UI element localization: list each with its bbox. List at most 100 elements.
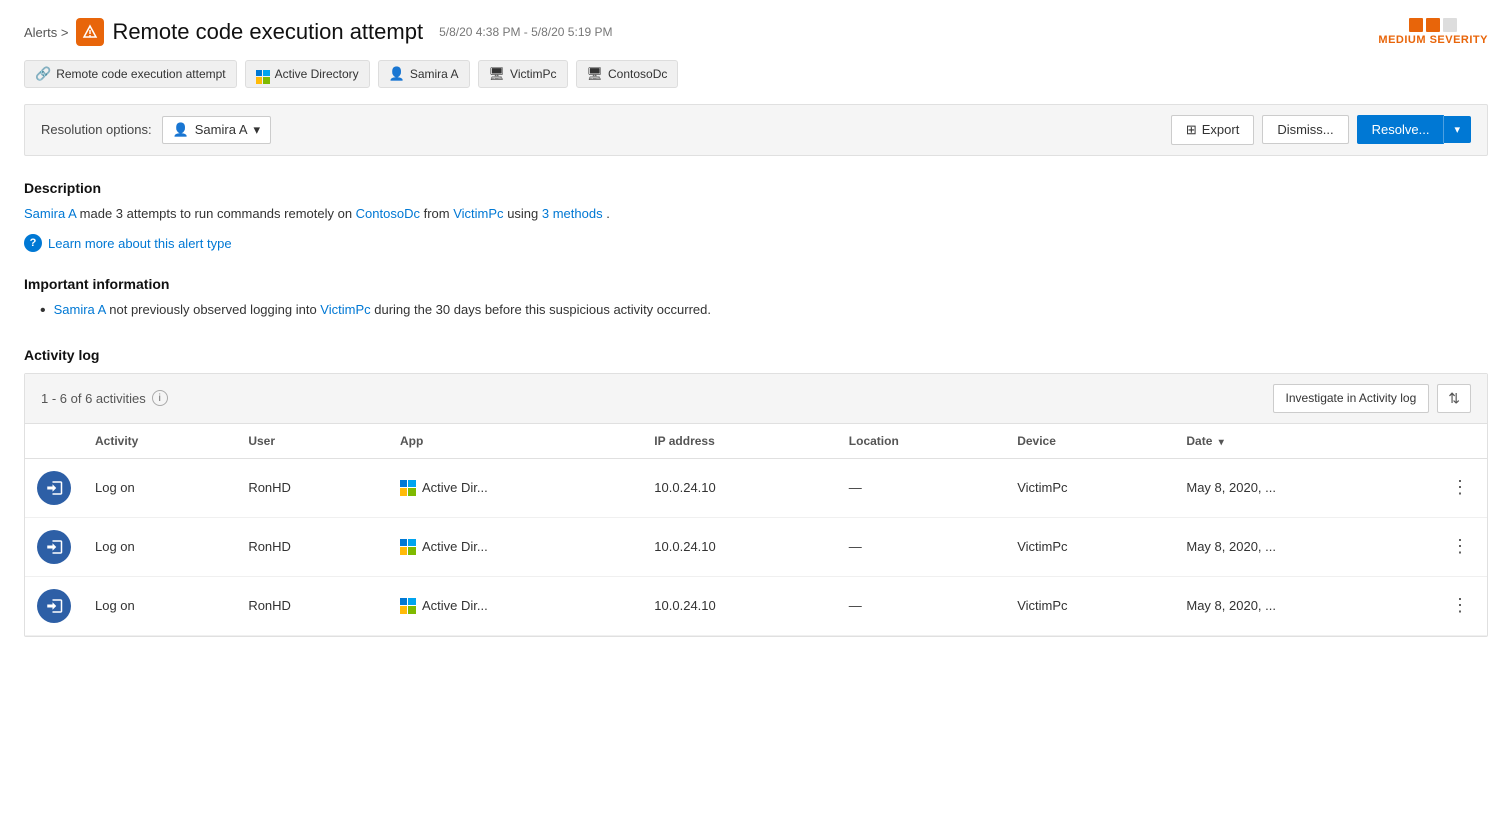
severity-label: MEDIUM SEVERITY bbox=[1378, 34, 1488, 46]
export-button[interactable]: ⊞ Export bbox=[1171, 115, 1254, 145]
tag-remote-code[interactable]: 🔗 Remote code execution attempt bbox=[24, 60, 237, 88]
severity-badge: MEDIUM SEVERITY bbox=[1378, 18, 1488, 46]
row2-date: May 8, 2020, ... bbox=[1174, 517, 1433, 576]
samira-link-important[interactable]: Samira A bbox=[54, 302, 106, 317]
tag-remote-code-label: Remote code execution attempt bbox=[56, 67, 225, 81]
row3-icon-cell bbox=[25, 576, 83, 635]
row1-more[interactable]: ⋮ bbox=[1433, 458, 1487, 517]
victimpc-link-important[interactable]: VictimPc bbox=[320, 302, 370, 317]
user-dropdown-icon: 👤 bbox=[173, 122, 189, 138]
row3-app-cell: Active Dir... bbox=[400, 598, 630, 614]
tag-victimpc-label: VictimPc bbox=[510, 67, 556, 81]
header-row: Alerts > Remote code execution attempt 5… bbox=[24, 18, 1488, 46]
row2-ip: 10.0.24.10 bbox=[642, 517, 836, 576]
victimpc-icon: 🖥 bbox=[489, 66, 506, 82]
row2-more-button[interactable]: ⋮ bbox=[1445, 534, 1475, 559]
row1-user: RonHD bbox=[236, 458, 388, 517]
learn-more-icon: ? bbox=[24, 234, 42, 252]
export-label: Export bbox=[1202, 122, 1240, 137]
date-sort-arrow: ▾ bbox=[1219, 437, 1224, 448]
samira-link-desc[interactable]: Samira A bbox=[24, 206, 76, 221]
dismiss-label: Dismiss... bbox=[1277, 122, 1333, 137]
investigate-label: Investigate in Activity log bbox=[1286, 391, 1417, 405]
active-directory-icon bbox=[256, 64, 270, 84]
logon-icon-2 bbox=[37, 530, 71, 564]
tag-active-directory-label: Active Directory bbox=[275, 67, 359, 81]
alert-title: Remote code execution attempt bbox=[112, 19, 423, 45]
row2-app-icon bbox=[400, 539, 416, 555]
logon-icon-1 bbox=[37, 471, 71, 505]
row3-app-icon bbox=[400, 598, 416, 614]
columns-button[interactable]: ⇅ bbox=[1437, 384, 1471, 413]
contosodc-icon: 🖥 bbox=[587, 66, 604, 82]
th-device: Device bbox=[1005, 424, 1174, 459]
contosodc-link-desc[interactable]: ContosoDc bbox=[356, 206, 420, 221]
row1-location: — bbox=[837, 458, 1005, 517]
table-row: Log on RonHD Active Dir... bbox=[25, 576, 1487, 635]
severity-squares bbox=[1409, 18, 1457, 32]
row2-location: — bbox=[837, 517, 1005, 576]
row1-more-button[interactable]: ⋮ bbox=[1445, 475, 1475, 500]
columns-icon: ⇅ bbox=[1448, 390, 1460, 406]
th-icon bbox=[25, 424, 83, 459]
tags-row: 🔗 Remote code execution attempt Active D… bbox=[24, 60, 1488, 88]
bullet-dot: • bbox=[40, 300, 46, 322]
victimpc-link-desc[interactable]: VictimPc bbox=[453, 206, 503, 221]
activity-count-text: 1 - 6 of 6 activities bbox=[41, 391, 146, 406]
resolve-chevron-icon: ▾ bbox=[1454, 124, 1460, 136]
severity-square-3 bbox=[1443, 18, 1457, 32]
row1-app-cell: Active Dir... bbox=[400, 480, 630, 496]
row3-more[interactable]: ⋮ bbox=[1433, 576, 1487, 635]
row2-user: RonHD bbox=[236, 517, 388, 576]
logon-icon-3 bbox=[37, 589, 71, 623]
th-date[interactable]: Date ▾ bbox=[1174, 424, 1433, 459]
row3-ip: 10.0.24.10 bbox=[642, 576, 836, 635]
learn-more-link[interactable]: Learn more about this alert type bbox=[48, 236, 232, 251]
resolution-user-dropdown[interactable]: 👤 Samira A ▾ bbox=[162, 116, 271, 144]
row1-date: May 8, 2020, ... bbox=[1174, 458, 1433, 517]
row2-icon-cell bbox=[25, 517, 83, 576]
activity-table-header-bar: 1 - 6 of 6 activities i Investigate in A… bbox=[25, 374, 1487, 424]
resolution-left: Resolution options: 👤 Samira A ▾ bbox=[41, 116, 271, 144]
tag-active-directory[interactable]: Active Directory bbox=[245, 60, 370, 88]
resolution-label: Resolution options: bbox=[41, 122, 152, 137]
description-title: Description bbox=[24, 180, 1488, 196]
tag-victimpc[interactable]: 🖥 VictimPc bbox=[478, 60, 568, 88]
row1-ip: 10.0.24.10 bbox=[642, 458, 836, 517]
alert-type-icon bbox=[76, 18, 104, 46]
row1-app-icon bbox=[400, 480, 416, 496]
learn-more-row: ? Learn more about this alert type bbox=[24, 234, 1488, 252]
important-text-2: during the 30 days before this suspiciou… bbox=[374, 302, 711, 317]
th-activity: Activity bbox=[83, 424, 236, 459]
row3-device: VictimPc bbox=[1005, 576, 1174, 635]
row2-more[interactable]: ⋮ bbox=[1433, 517, 1487, 576]
tag-contosodc[interactable]: 🖥 ContosoDc bbox=[576, 60, 679, 88]
resolve-button-group: Resolve... ▾ bbox=[1357, 115, 1471, 144]
important-info-title: Important information bbox=[24, 276, 1488, 292]
row1-app-label: Active Dir... bbox=[422, 480, 488, 495]
row1-activity: Log on bbox=[83, 458, 236, 517]
user-dropdown-label: Samira A bbox=[195, 122, 248, 137]
methods-link-desc[interactable]: 3 methods bbox=[542, 206, 603, 221]
severity-square-2 bbox=[1426, 18, 1440, 32]
th-actions bbox=[1433, 424, 1487, 459]
activity-log-title: Activity log bbox=[24, 347, 1488, 363]
resolve-label: Resolve... bbox=[1372, 122, 1430, 137]
resolve-button[interactable]: Resolve... bbox=[1357, 115, 1445, 144]
samira-user-icon: 👤 bbox=[389, 66, 405, 82]
desc-text-2: from bbox=[424, 206, 454, 221]
row2-device: VictimPc bbox=[1005, 517, 1174, 576]
row3-app: Active Dir... bbox=[388, 576, 642, 635]
activity-actions: Investigate in Activity log ⇅ bbox=[1273, 384, 1471, 413]
resolution-right: ⊞ Export Dismiss... Resolve... ▾ bbox=[1171, 115, 1471, 145]
activity-log-section: Activity log 1 - 6 of 6 activities i Inv… bbox=[24, 347, 1488, 637]
activity-table: Activity User App IP address Location bbox=[25, 424, 1487, 636]
th-location: Location bbox=[837, 424, 1005, 459]
resolve-dropdown-arrow[interactable]: ▾ bbox=[1444, 116, 1471, 143]
important-info-item-1: • Samira A not previously observed loggi… bbox=[40, 300, 1488, 322]
tag-samira[interactable]: 👤 Samira A bbox=[378, 60, 470, 88]
important-text-1: not previously observed logging into bbox=[109, 302, 320, 317]
row3-more-button[interactable]: ⋮ bbox=[1445, 593, 1475, 618]
dismiss-button[interactable]: Dismiss... bbox=[1262, 115, 1348, 144]
investigate-activity-log-button[interactable]: Investigate in Activity log bbox=[1273, 384, 1430, 413]
